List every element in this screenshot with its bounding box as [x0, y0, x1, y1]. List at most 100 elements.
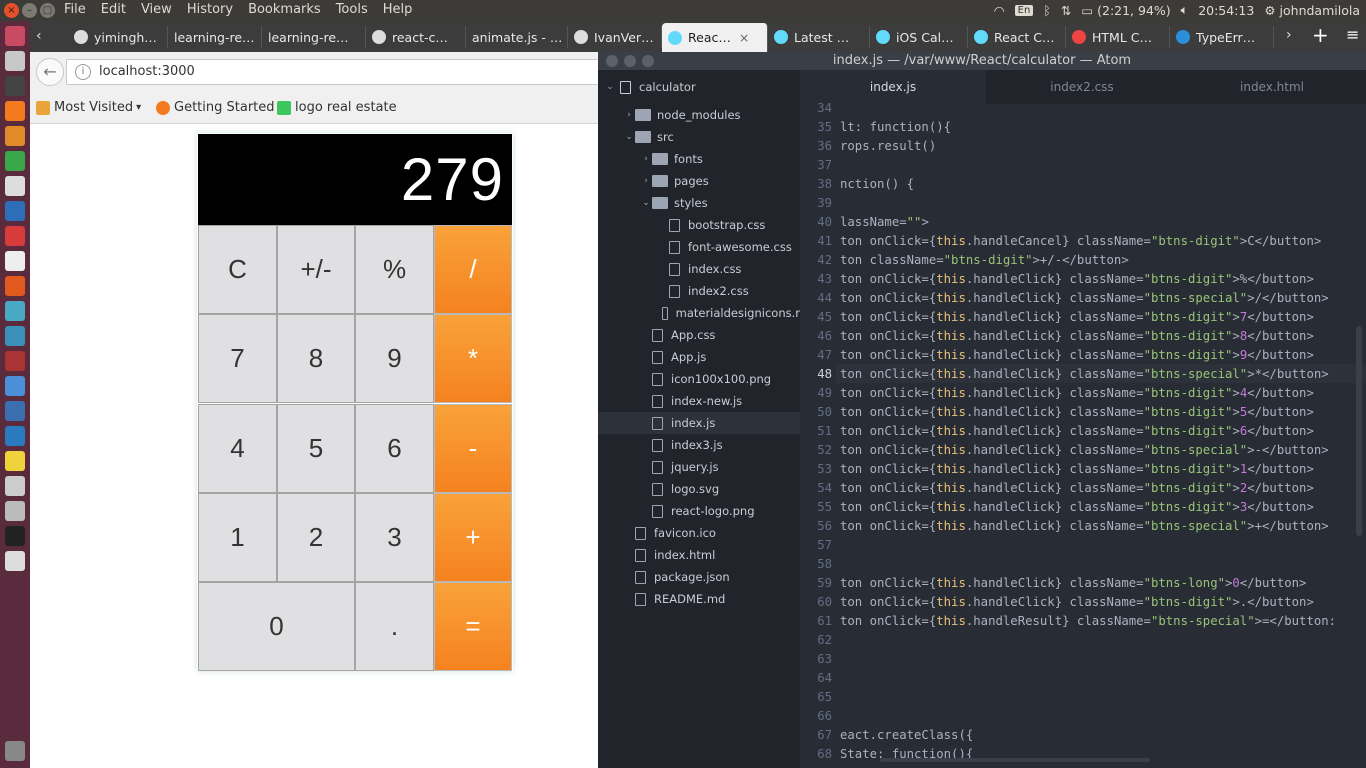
sticky-notes-icon[interactable] [5, 451, 25, 471]
window-maximize-button[interactable]: □ [40, 3, 55, 18]
browser-tab[interactable]: iOS Cal… [870, 26, 968, 48]
window-minimize-button[interactable]: – [22, 3, 37, 18]
bookmark-logo-real-estate[interactable]: logo real estate [277, 100, 397, 115]
browser-tab[interactable]: Latest … [768, 26, 870, 48]
menu-tools[interactable]: Tools [336, 2, 368, 17]
tree-item[interactable]: › node_modules [598, 104, 800, 126]
vlc-icon[interactable] [5, 126, 25, 146]
project-root[interactable]: ⌄ calculator [598, 76, 800, 98]
bluetooth-icon[interactable]: ᛒ [1043, 3, 1051, 18]
user-menu[interactable]: ⚙ johndamilola [1264, 3, 1360, 18]
firefox-icon[interactable] [5, 101, 25, 121]
app-icon[interactable] [5, 351, 25, 371]
tree-item[interactable]: package.json [598, 566, 800, 588]
browser-tab[interactable]: Reac… × [662, 23, 768, 52]
tree-item[interactable]: materialdesignicons.r [598, 302, 800, 324]
vscode-icon[interactable] [5, 426, 25, 446]
browser-tab[interactable]: TypeErr… [1170, 26, 1274, 48]
calc-key[interactable]: 1 [198, 493, 277, 582]
tree-item[interactable]: logo.svg [598, 478, 800, 500]
menu-hamburger-icon[interactable]: ≡ [1346, 25, 1359, 44]
tree-item[interactable]: index.html [598, 544, 800, 566]
window-minimize-button[interactable] [624, 55, 636, 67]
tab-close-icon[interactable]: × [739, 30, 749, 45]
calc-key[interactable]: 9 [355, 314, 434, 403]
window-close-button[interactable]: × [4, 3, 19, 18]
menu-bookmarks[interactable]: Bookmarks [248, 2, 321, 17]
site-info-icon[interactable]: i [75, 64, 91, 80]
software-center-icon[interactable] [5, 276, 25, 296]
url-bar[interactable]: i localhost:3000 [66, 59, 606, 85]
browser-tab[interactable]: IvanVer… [568, 26, 662, 48]
tree-item[interactable]: ⌄ styles [598, 192, 800, 214]
menu-history[interactable]: History [187, 2, 233, 17]
tree-item[interactable]: bootstrap.css [598, 214, 800, 236]
tab-index-html[interactable]: index.html [1178, 70, 1366, 104]
tree-item[interactable]: index3.js [598, 434, 800, 456]
calc-key[interactable]: = [434, 582, 512, 671]
horizontal-scrollbar[interactable] [880, 758, 1150, 762]
app-icon[interactable] [5, 476, 25, 496]
calc-key[interactable]: 8 [277, 314, 355, 403]
calc-key[interactable]: 4 [198, 404, 277, 493]
calc-key[interactable]: 7 [198, 314, 277, 403]
tabs-scroll-right-icon[interactable]: › [1286, 27, 1292, 43]
tree-item[interactable]: react-logo.png [598, 500, 800, 522]
tree-item[interactable]: index-new.js [598, 390, 800, 412]
calc-key[interactable]: 0 [198, 582, 355, 671]
notes-icon[interactable] [5, 251, 25, 271]
tree-item[interactable]: ⌄ src [598, 126, 800, 148]
tabs-scroll-left-icon[interactable]: ‹ [36, 28, 42, 44]
calc-key[interactable]: / [434, 225, 512, 314]
code-editor[interactable]: 34 35 36 37 38 39 40 41 42 43 44 45 46 47 48 49 50 51 52 53… [800, 101, 1366, 768]
clock[interactable]: 20:54:13 [1198, 3, 1254, 18]
chrome-icon[interactable] [5, 151, 25, 171]
terminal-icon[interactable] [5, 76, 25, 96]
tree-item[interactable]: › fonts [598, 148, 800, 170]
browser-tab[interactable]: react-c… [366, 26, 466, 48]
tree-item[interactable]: index.css [598, 258, 800, 280]
new-tab-button[interactable]: + [1312, 23, 1329, 47]
browser-tab[interactable]: React C… [968, 26, 1066, 48]
tree-item[interactable]: App.css [598, 324, 800, 346]
tree-item[interactable]: App.js [598, 346, 800, 368]
bookmark-getting-started[interactable]: Getting Started [156, 100, 275, 115]
app-icon[interactable] [5, 501, 25, 521]
camera-icon[interactable] [5, 526, 25, 546]
bookmark-most-visited[interactable]: Most Visited ▾ [36, 100, 141, 115]
calc-key[interactable]: * [434, 314, 512, 403]
trash-icon[interactable] [5, 741, 25, 761]
tree-item[interactable]: font-awesome.css [598, 236, 800, 258]
menu-edit[interactable]: Edit [101, 2, 126, 17]
calc-key[interactable]: 6 [355, 404, 434, 493]
browser-tab[interactable]: animate.js - … [466, 26, 568, 48]
calc-key[interactable]: 3 [355, 493, 434, 582]
text-editor-icon[interactable] [5, 176, 25, 196]
calc-key[interactable]: C [198, 225, 277, 314]
app-icon[interactable] [5, 551, 25, 571]
app-icon[interactable] [5, 326, 25, 346]
calc-key[interactable]: . [355, 582, 434, 671]
vertical-scrollbar[interactable] [1356, 326, 1362, 536]
app-icon[interactable] [5, 401, 25, 421]
xampp-icon[interactable] [5, 376, 25, 396]
tab-index2-css[interactable]: index2.css [986, 70, 1178, 104]
tree-item[interactable]: icon100x100.png [598, 368, 800, 390]
calc-key[interactable]: 2 [277, 493, 355, 582]
calc-key[interactable]: + [434, 493, 512, 582]
keyboard-layout[interactable]: En [1014, 4, 1034, 16]
battery-status[interactable]: ▭ (2:21, 94%) [1081, 3, 1170, 18]
tree-item[interactable]: index.js [598, 412, 800, 434]
writer-icon[interactable] [5, 201, 25, 221]
settings-icon[interactable] [5, 301, 25, 321]
impress-icon[interactable] [5, 226, 25, 246]
browser-tab[interactable]: learning-re… [262, 26, 366, 48]
calc-key[interactable]: % [355, 225, 434, 314]
calc-key[interactable]: - [434, 404, 512, 493]
menu-file[interactable]: File [64, 2, 86, 17]
calc-key[interactable]: 5 [277, 404, 355, 493]
calc-key[interactable]: +/- [277, 225, 355, 314]
wifi-icon[interactable]: ◠ [994, 3, 1005, 18]
volume-icon[interactable]: 🔈︎ [1181, 2, 1189, 18]
tree-item[interactable]: favicon.ico [598, 522, 800, 544]
